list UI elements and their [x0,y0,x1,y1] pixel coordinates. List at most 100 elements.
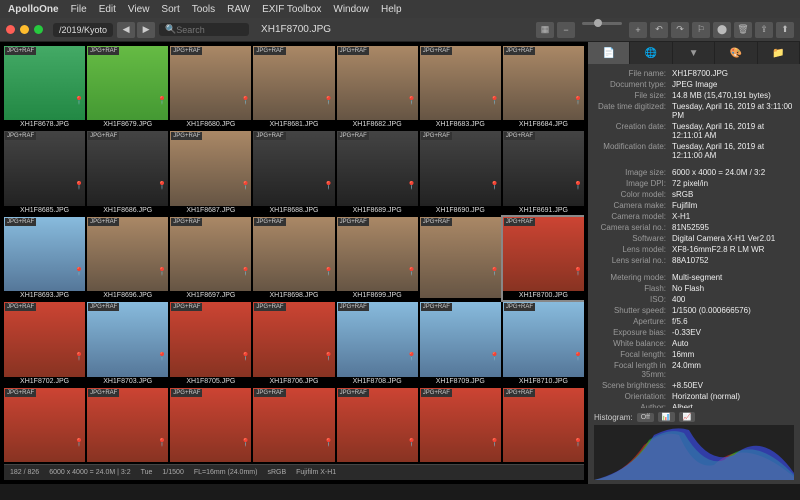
thumbnail[interactable]: JPG+RAF📍XH1F8689.JPG [337,131,418,214]
thumbnail-grid: JPG+RAF📍XH1F8678.JPGJPG+RAF📍XH1F8679.JPG… [0,42,588,484]
thumbnail[interactable]: JPG+RAF📍XH1F8705.JPG [170,302,251,385]
trash-icon[interactable]: 🗑 [734,22,752,38]
tag-icon[interactable]: ⬤ [713,22,731,38]
thumbnail[interactable]: JPG+RAF📍XH1F8703.JPG [87,302,168,385]
thumbnail[interactable]: JPG+RAF📍 [253,388,334,464]
thumbnail[interactable]: JPG+RAF📍XH1F8699.JPG [337,217,418,300]
histogram-off-button[interactable]: Off [637,413,654,422]
thumbnail[interactable]: JPG+RAF📍 [420,388,501,464]
thumbnail[interactable]: JPG+RAF📍 [87,388,168,464]
thumbnail[interactable]: JPG+RAF📍 [337,388,418,464]
thumbnail[interactable]: JPG+RAF📍XH1F8680.JPG [170,46,251,129]
thumbnail[interactable]: JPG+RAF📍XH1F8708.JPG [337,302,418,385]
thumbnail[interactable]: JPG+RAF📍XH1F8688.JPG [253,131,334,214]
menu-exif[interactable]: EXIF Toolbox [262,4,321,15]
geo-pin-icon: 📍 [407,438,417,447]
tab-globe[interactable]: 🌐 [630,42,672,64]
geo-pin-icon: 📍 [407,267,417,276]
meta-value: Tuesday, April 16, 2019 at 12:11:00 AM [672,142,794,160]
thumbnail[interactable]: JPG+RAF📍XH1F8678.JPG [4,46,85,129]
thumb-image [170,217,251,291]
format-badge: JPG+RAF [5,303,36,311]
close-window[interactable] [6,25,15,34]
thumbnail[interactable]: JPG+RAF📍XH1F8697.JPG [170,217,251,300]
thumbnail[interactable]: JPG+RAF📍XH1F8698.JPG [253,217,334,300]
nav-forward[interactable]: ▶ [137,22,155,38]
histogram-rgb-icon[interactable]: 📊 [658,412,675,422]
format-badge: JPG+RAF [5,47,36,55]
menu-tools[interactable]: Tools [192,4,215,15]
thumbnail[interactable]: JPG+RAF📍 [170,388,251,464]
thumbnail[interactable]: JPG+RAF📍XH1F8693.JPG [4,217,85,300]
thumbnail[interactable]: JPG+RAF📍XH1F8710.JPG [503,302,584,385]
thumb-image [4,217,85,291]
export-icon[interactable]: ⬆ [776,22,794,38]
thumbnail[interactable]: JPG+RAF📍XH1F8696.JPG [87,217,168,300]
meta-value: 81N52595 [672,223,794,232]
thumbnail[interactable]: JPG+RAF📍XH1F8687.JPG [170,131,251,214]
thumb-image [420,46,501,120]
thumbnail[interactable]: JPG+RAF📍XH1F8709.JPG [420,302,501,385]
histogram-chart [594,425,794,480]
thumbnail[interactable]: JPG+RAF📍XH1F8679.JPG [87,46,168,129]
thumb-image [253,302,334,376]
thumbnail[interactable]: JPG+RAF📍XH1F8690.JPG [420,131,501,214]
geo-pin-icon: 📍 [157,181,167,190]
thumbnail[interactable]: JPG+RAF📍 [4,388,85,464]
thumbnail[interactable]: JPG+RAF📍XH1F8681.JPG [253,46,334,129]
geo-pin-icon: 📍 [407,352,417,361]
thumbnail[interactable]: JPG+RAF📍XH1F8686.JPG [87,131,168,214]
menu-help[interactable]: Help [381,4,402,15]
meta-row: Image DPI:72 pixel/in [594,178,794,189]
thumbnail[interactable]: JPG+RAF📍 [420,217,501,300]
meta-value: sRGB [672,190,794,199]
search-box[interactable]: 🔍 [159,23,249,36]
meta-row: Lens serial no.:88A10752 [594,255,794,266]
geo-pin-icon: 📍 [74,267,84,276]
format-badge: JPG+RAF [421,132,452,140]
nav-back[interactable]: ◀ [117,22,135,38]
histogram-luma-icon[interactable]: 📈 [679,412,696,422]
menu-file[interactable]: File [71,4,87,15]
minimize-window[interactable] [20,25,29,34]
zoom-slider[interactable] [582,22,622,25]
menu-window[interactable]: Window [333,4,369,15]
thumb-image [503,217,584,291]
zoom-out-icon[interactable]: − [557,22,575,38]
meta-value: Tuesday, April 16, 2019 at 3:11:00 PM [672,102,794,120]
format-badge: JPG+RAF [88,218,119,226]
thumbnail[interactable]: JPG+RAF📍 [503,388,584,464]
flag-icon[interactable]: ⚐ [692,22,710,38]
breadcrumb[interactable]: /2019/Kyoto [53,23,113,37]
thumbnail[interactable]: JPG+RAF📍XH1F8706.JPG [253,302,334,385]
rotate-cw-icon[interactable]: ↷ [671,22,689,38]
tab-color[interactable]: 🎨 [715,42,757,64]
thumb-image [337,388,418,462]
zoom-window[interactable] [34,25,43,34]
thumb-image [253,46,334,120]
menu-raw[interactable]: RAW [227,4,250,15]
thumb-image [503,302,584,376]
meta-value: 16mm [672,350,794,359]
menu-edit[interactable]: Edit [99,4,116,15]
thumbnail[interactable]: JPG+RAF📍XH1F8685.JPG [4,131,85,214]
search-input[interactable] [176,25,246,35]
tab-filter[interactable]: ▼ [673,42,715,64]
zoom-in-icon[interactable]: + [629,22,647,38]
thumbnail[interactable]: JPG+RAF📍XH1F8684.JPG [503,46,584,129]
panel-tabs: 📄 🌐 ▼ 🎨 📁 [588,42,800,64]
grid-view-icon[interactable]: ▦ [536,22,554,38]
status-camera: Fujifilm X-H1 [296,469,336,476]
thumbnail[interactable]: JPG+RAF📍XH1F8682.JPG [337,46,418,129]
menu-sort[interactable]: Sort [161,4,179,15]
thumbnail[interactable]: JPG+RAF📍XH1F8691.JPG [503,131,584,214]
thumbnail[interactable]: JPG+RAF📍XH1F8700.JPG [503,217,584,300]
tab-info[interactable]: 📄 [588,42,630,64]
menu-view[interactable]: View [128,4,150,15]
share-icon[interactable]: ⇪ [755,22,773,38]
rotate-ccw-icon[interactable]: ↶ [650,22,668,38]
thumbnail[interactable]: JPG+RAF📍XH1F8683.JPG [420,46,501,129]
tab-file[interactable]: 📁 [758,42,800,64]
thumbnail[interactable]: JPG+RAF📍XH1F8702.JPG [4,302,85,385]
geo-pin-icon: 📍 [407,96,417,105]
